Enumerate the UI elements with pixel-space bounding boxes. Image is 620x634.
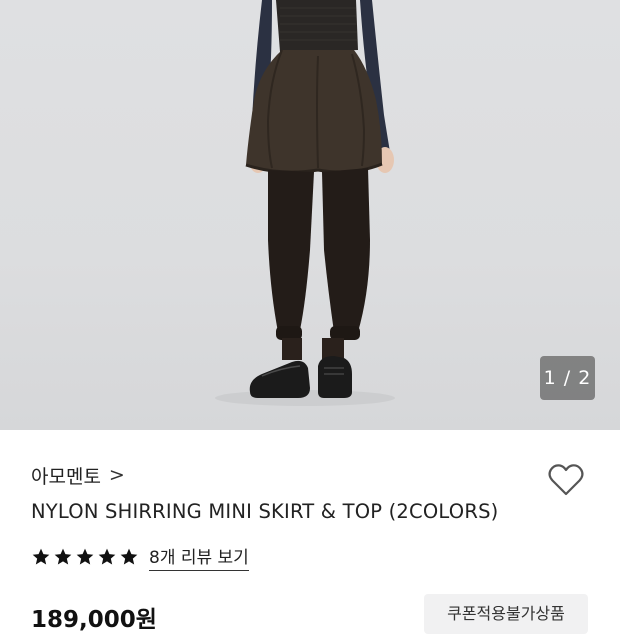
brand-link[interactable]: 아모멘토 > bbox=[31, 460, 125, 490]
like-button[interactable] bbox=[544, 458, 588, 502]
star-filled-icon bbox=[54, 548, 72, 565]
star-filled-icon bbox=[98, 548, 116, 565]
gallery-page-indicator: 1 / 2 bbox=[540, 356, 595, 400]
heart-outline-icon bbox=[548, 464, 584, 496]
product-price: 189,000원 bbox=[31, 607, 157, 633]
product-image-gallery[interactable]: 1 / 2 bbox=[0, 0, 620, 430]
brand-name: 아모멘토 bbox=[31, 465, 101, 488]
rating-row: 8개 리뷰 보기 bbox=[31, 543, 249, 571]
star-filled-icon bbox=[32, 548, 50, 565]
star-filled-icon bbox=[120, 548, 138, 565]
review-link[interactable]: 8개 리뷰 보기 bbox=[149, 543, 249, 571]
coupon-unavailable-badge: 쿠폰적용불가상품 bbox=[424, 594, 588, 634]
chevron-right-icon: > bbox=[108, 464, 125, 486]
product-photo bbox=[215, 0, 395, 406]
star-filled-icon bbox=[76, 548, 94, 565]
product-title: NYLON SHIRRING MINI SKIRT & TOP (2COLORS… bbox=[31, 500, 499, 523]
rating-stars bbox=[31, 547, 139, 567]
